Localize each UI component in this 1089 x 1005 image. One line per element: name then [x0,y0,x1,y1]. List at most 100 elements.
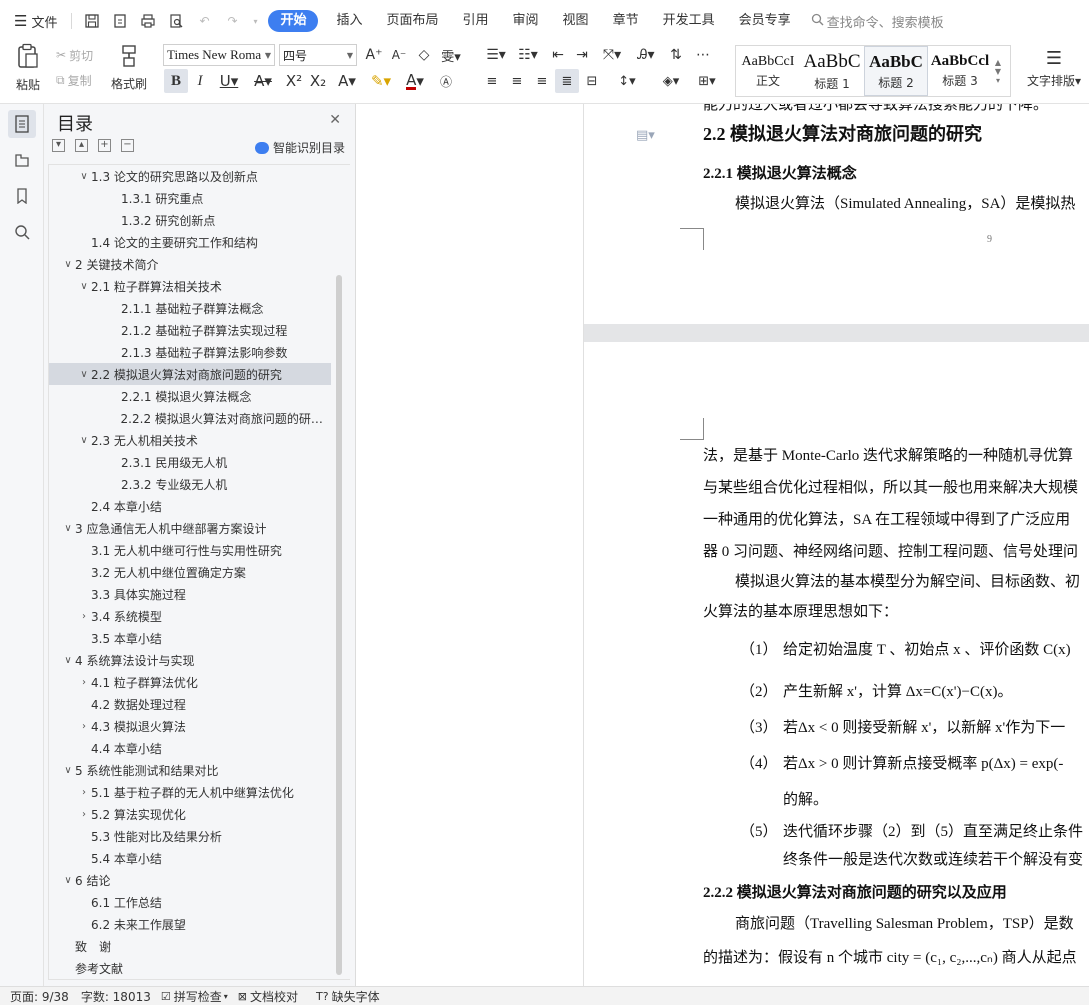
format-painter-button[interactable]: 格式刷 [108,44,150,92]
distributed-align-icon[interactable]: ⊟ [580,69,604,93]
toc-item[interactable]: ∨ 2.2 模拟退火算法对商旅问题的研究 [49,363,331,385]
tab-view[interactable]: 视图 [551,10,601,32]
toc-item[interactable]: 2.3.1 民用级无人机 [49,451,331,473]
toc-item[interactable]: 1.4 论文的主要研究工作和结构 [49,231,331,253]
chevron-down-icon[interactable]: ∨ [77,171,91,182]
grow-font-icon[interactable]: A⁺ [364,45,384,65]
chinese-layout-icon[interactable]: ⤧▾ [598,45,626,65]
line-spacing-icon[interactable]: ↕▾ [612,69,642,93]
strikethrough-icon[interactable]: A▾ [248,69,278,93]
bold-icon[interactable]: B [164,69,188,93]
font-color-icon[interactable]: A ▾ [400,69,430,93]
toc-item[interactable]: 3.2 无人机中继位置确定方案 [49,561,331,583]
heading-2-2-2[interactable]: 2.2.2 模拟退火算法对商旅问题的研究以及应用 [703,881,1007,902]
toc-item[interactable]: › 5.1 基于粒子群的无人机中继算法优化 [49,781,331,803]
word-count[interactable]: 字数: 18013 [81,988,151,1005]
tab-references[interactable]: 引用 [451,10,501,32]
chevron-down-icon[interactable]: ▼ [995,67,1001,76]
add-heading-icon[interactable]: + [98,139,111,152]
missing-font-button[interactable]: T? 缺失字体 [316,988,380,1005]
font-name-select[interactable]: Times New Roma ▼ [163,44,275,66]
show-marks-icon[interactable]: ⋯ [692,45,714,65]
collapse-all-icon[interactable]: ▾ [52,139,65,152]
toc-item[interactable]: ∨ 2.3 无人机相关技术 [49,429,331,451]
toc-item[interactable]: 致 谢 [49,935,331,957]
style-heading-2[interactable]: AaBbC 标题 2 [864,46,928,96]
style-heading-1[interactable]: AaBbC 标题 1 [800,46,864,96]
command-search[interactable]: 查找命令、搜索模板 [811,12,944,31]
toc-item[interactable]: 2.1.3 基础粒子群算法影响参数 [49,341,331,363]
chevron-right-icon[interactable]: › [77,677,91,688]
chevron-down-icon[interactable]: ∨ [77,369,91,380]
justify-icon[interactable]: ≣ [555,69,579,93]
print-preview-icon[interactable] [166,11,186,31]
toc-scrollbar[interactable] [336,275,342,975]
chevron-down-icon[interactable]: ∨ [77,435,91,446]
align-center-icon[interactable]: ≡ [505,69,529,93]
toc-item[interactable]: › 3.4 系统模型 [49,605,331,627]
text-effect-icon[interactable]: A▾ [332,69,362,93]
highlight-icon[interactable]: ✎▾ [366,69,396,93]
tab-page-layout[interactable]: 页面布局 [375,10,451,32]
search-icon[interactable] [8,218,36,246]
chevron-down-icon[interactable]: ∨ [61,523,75,534]
text-layout-button[interactable]: ☰ 文字排版▾ [1024,44,1084,92]
outline-icon[interactable] [8,110,36,138]
styles-scroll[interactable]: ▲ ▼ ▾ [992,46,1004,96]
chevron-right-icon[interactable]: › [77,809,91,820]
toc-item[interactable]: 2.2.1 模拟退火算法概念 [49,385,331,407]
chevron-down-icon[interactable]: ∨ [61,765,75,776]
toc-item[interactable]: 5.3 性能对比及结果分析 [49,825,331,847]
superscript-icon[interactable]: X² [282,69,306,93]
toc-item[interactable]: 参考文献 [49,957,331,979]
chevron-down-icon[interactable]: ∨ [77,281,91,292]
toc-item[interactable]: 6.2 未来工作展望 [49,913,331,935]
toc-item[interactable]: › 4.1 粒子群算法优化 [49,671,331,693]
paste-options-icon[interactable]: ▤▾ [636,128,655,143]
close-icon[interactable]: ✕ [329,112,341,128]
font-size-select[interactable]: 四号 ▼ [279,44,357,66]
toc-item[interactable]: ∨ 2.1 粒子群算法相关技术 [49,275,331,297]
expand-all-icon[interactable]: ▴ [75,139,88,152]
file-menu-button[interactable]: ☰ 文件 [14,12,57,31]
underline-icon[interactable]: U▾ [214,69,244,93]
chevron-down-icon[interactable]: ∨ [61,875,75,886]
tab-section[interactable]: 章节 [601,10,651,32]
paste-button[interactable]: 粘贴 [8,43,48,92]
clear-format-icon[interactable]: ◇ [414,45,434,65]
chevron-right-icon[interactable]: › [77,787,91,798]
copy-button[interactable]: ⧉ 复制 [56,70,92,90]
cut-button[interactable]: ✂ 剪切 [56,45,93,65]
redo-icon[interactable]: ↷ [222,11,242,31]
increase-indent-icon[interactable]: ⇥ [572,45,592,65]
toc-item[interactable]: ∨ 6 结论 [49,869,331,891]
chapter-nav-icon[interactable] [8,146,36,174]
toc-item[interactable]: ∨ 2 关键技术简介 [49,253,331,275]
proofread-button[interactable]: ⊠ 文档校对 [238,988,298,1005]
heading-2-2[interactable]: 2.2 模拟退火算法对商旅问题的研究 [703,120,982,146]
save-icon[interactable] [82,11,102,31]
shading-icon[interactable]: ◈▾ [656,69,686,93]
expand-icon[interactable]: ▾ [996,76,1000,85]
toc-item[interactable]: ∨ 4 系统算法设计与实现 [49,649,331,671]
spell-check-button[interactable]: ☑ 拼写检查 ▾ [161,988,228,1005]
chevron-down-icon[interactable]: ▾ [250,11,260,31]
toc-item[interactable]: 2.4 本章小结 [49,495,331,517]
toc-item[interactable]: 4.2 数据处理过程 [49,693,331,715]
remove-heading-icon[interactable]: − [121,139,134,152]
tab-member[interactable]: 会员专享 [727,10,803,32]
toc-item[interactable]: 2.3.2 专业级无人机 [49,473,331,495]
toc-item[interactable]: 5.4 本章小结 [49,847,331,869]
subscript-icon[interactable]: X₂ [306,69,330,93]
toc-item[interactable]: 2.2.2 模拟退火算法对商旅问题的研究 ... [49,407,331,429]
character-border-icon[interactable]: Ⓐ [434,69,458,93]
chevron-up-icon[interactable]: ▲ [995,58,1001,67]
tab-home[interactable]: 开始 [268,10,319,32]
smart-toc-button[interactable]: 智能识别目录 [254,139,345,156]
toc-item[interactable]: 1.3.1 研究重点 [49,187,331,209]
export-pdf-icon[interactable] [110,11,130,31]
bullet-list-icon[interactable]: ☰▾ [482,45,510,65]
toc-item[interactable]: 1.3.2 研究创新点 [49,209,331,231]
toc-item[interactable]: ∨ 5 系统性能测试和结果对比 [49,759,331,781]
chevron-down-icon[interactable]: ∨ [61,655,75,666]
